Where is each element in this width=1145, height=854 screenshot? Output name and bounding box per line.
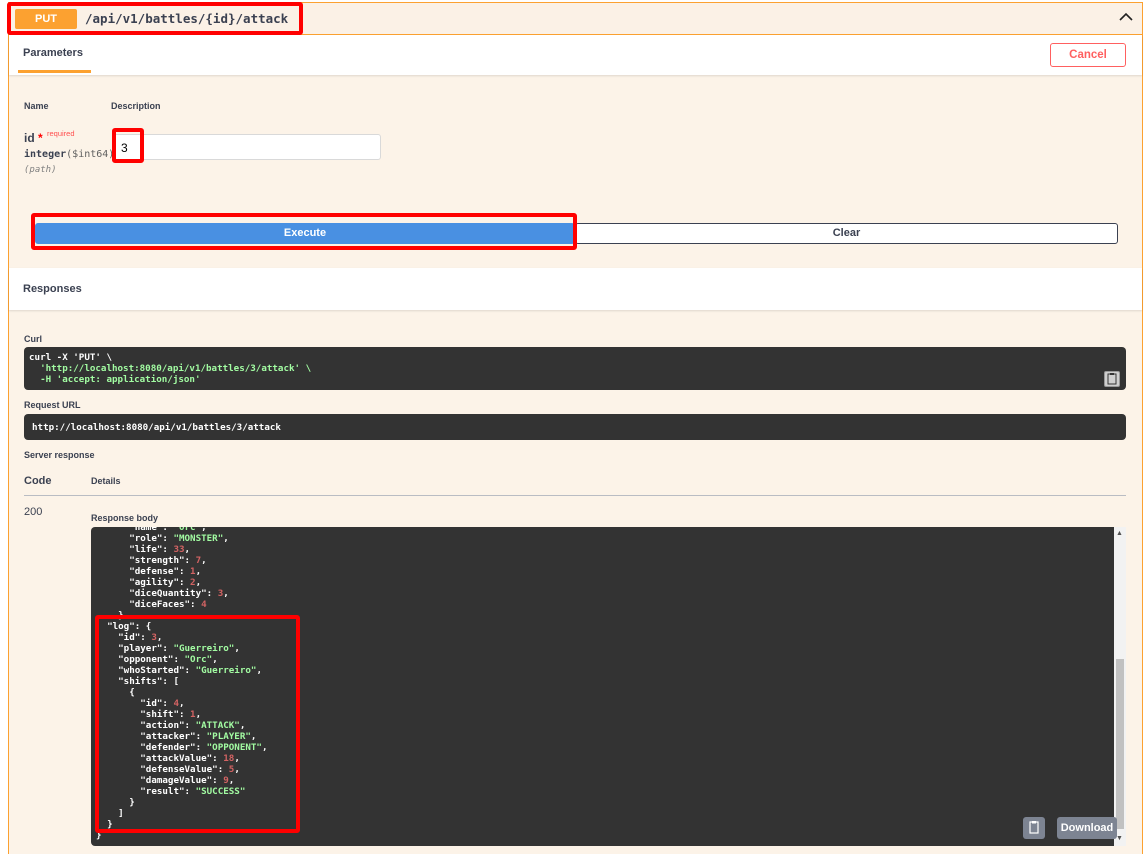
response-line: "opponent": "Orc", [96,654,218,665]
response-line: "role": "MONSTER", [96,533,229,544]
response-line: "id": 4, [96,698,185,709]
request-url-label: Request URL [24,400,81,410]
response-line: "life": 33, [96,544,191,555]
response-body-scrollbar[interactable]: ▲ ▼ [1114,527,1126,846]
scroll-up-icon[interactable]: ▲ [1116,530,1123,537]
responses-title: Responses [23,283,82,295]
response-line: "agility": 2, [96,577,202,588]
parameters-tabbar: Parameters Cancel [9,35,1142,75]
response-line: "player": "Guerreiro", [96,643,240,654]
tab-active-indicator [18,70,91,73]
response-line: } [96,797,135,808]
response-line: "whoStarted": "Guerreiro", [96,665,262,676]
details-column-header: Details [91,476,121,486]
response-line: "diceFaces": 4 [96,599,207,610]
response-line: "log": { [96,621,152,632]
response-line: "attacker": "PLAYER", [96,731,257,742]
method-badge: PUT [15,9,77,29]
execute-button[interactable]: Execute [35,223,575,244]
request-url-block[interactable]: http://localhost:8080/api/v1/battles/3/a… [24,414,1126,440]
curl-block[interactable]: curl -X 'PUT' \ 'http://localhost:8080/a… [24,347,1126,390]
divider [24,495,1126,496]
response-line: }, [96,610,130,621]
response-body[interactable]: "name": "Orc", "role": "MONSTER", "life"… [91,527,1114,846]
copy-icon[interactable] [1023,817,1045,839]
response-code: 200 [24,506,43,518]
response-line: "shifts": [ [96,676,179,687]
responses-header: Responses [9,268,1142,310]
cancel-button[interactable]: Cancel [1050,43,1126,67]
name-column-header: Name [24,101,49,111]
response-line: ] [96,808,124,819]
response-body-code: "name": "Orc", "role": "MONSTER", "life"… [96,527,268,841]
param-type-text: integer [24,149,67,160]
param-type: integer($int64) [24,149,114,160]
description-column-header: Description [111,101,161,111]
curl-label: Curl [24,334,42,344]
response-line: "defenseValue": 5, [96,764,240,775]
response-line: } [96,830,102,841]
required-label: required [47,129,75,138]
copy-icon[interactable] [1104,371,1120,387]
response-line: } [96,819,113,830]
download-button[interactable]: Download [1057,817,1117,839]
response-line: "result": "SUCCESS" [96,786,246,797]
operation-block: PUT /api/v1/battles/{id}/attack Paramete… [8,2,1143,854]
curl-line-2: 'http://localhost:8080/api/v1/battles/3/… [29,363,312,374]
endpoint-path: /api/v1/battles/{id}/attack [85,11,289,26]
curl-line-1: curl -X 'PUT' \ [29,352,112,363]
param-name: id * [24,131,43,145]
response-line: "defender": "OPPONENT", [96,742,268,753]
scroll-down-icon[interactable]: ▼ [1116,835,1123,842]
response-body-label: Response body [91,513,159,523]
response-line: "damageValue": 9, [96,775,235,786]
response-line: "strength": 7, [96,555,207,566]
required-star: * [38,131,43,145]
response-line: "shift": 1, [96,709,202,720]
server-response-label: Server response [24,450,95,460]
curl-code: curl -X 'PUT' \ 'http://localhost:8080/a… [29,352,311,385]
response-line: "action": "ATTACK", [96,720,246,731]
clear-button[interactable]: Clear [575,223,1118,244]
scroll-thumb[interactable] [1116,659,1124,829]
response-line: { [96,687,135,698]
param-name-text: id [24,131,35,145]
code-column-header: Code [24,475,52,487]
response-line: "diceQuantity": 3, [96,588,229,599]
operation-header[interactable]: PUT /api/v1/battles/{id}/attack [9,3,1142,35]
id-input[interactable]: 3 [113,134,381,160]
response-line: "attackValue": 18, [96,753,240,764]
response-line: "defense": 1, [96,566,202,577]
response-line: "id": 3, [96,632,163,643]
chevron-up-icon[interactable] [1116,8,1136,28]
param-format: ($int64) [66,149,115,160]
request-url-text: http://localhost:8080/api/v1/battles/3/a… [32,422,281,433]
curl-line-3: -H 'accept: application/json' [29,374,201,385]
tab-parameters[interactable]: Parameters [23,47,83,59]
param-location: (path) [24,165,57,175]
